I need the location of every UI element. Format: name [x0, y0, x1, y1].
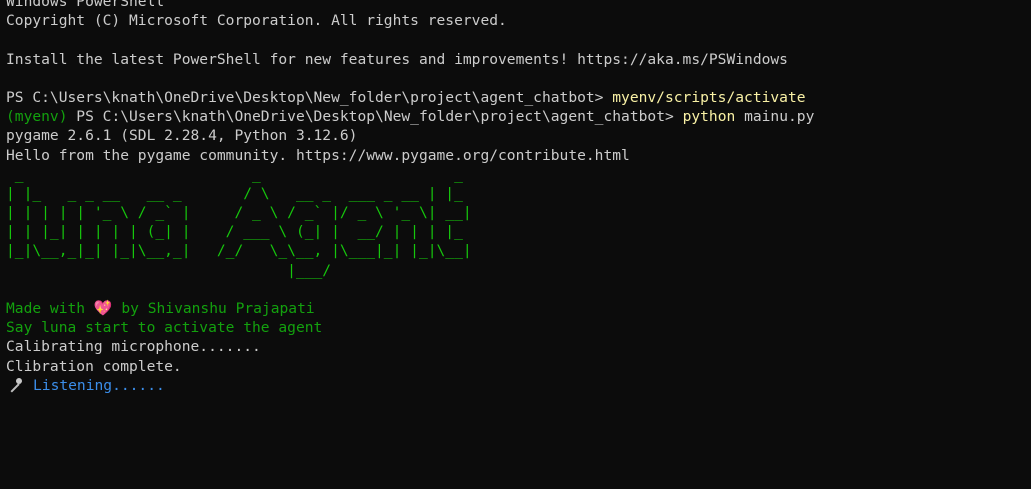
activation-hint: Say luna start to activate the agent	[6, 319, 323, 337]
command-activate: myenv/scripts/activate	[612, 88, 806, 106]
calibration-done-line: Clibration complete.	[6, 357, 182, 375]
header-line-2: Copyright (C) Microsoft Corporation. All…	[6, 12, 507, 30]
ascii-art-line: _ _ _	[6, 165, 463, 183]
powershell-terminal[interactable]: Windows PowerShell Copyright (C) Microso…	[0, 0, 1031, 489]
microphone-icon	[6, 376, 24, 393]
venv-tag: (myenv)	[6, 108, 68, 126]
made-with-prefix: Made with	[6, 300, 94, 317]
listening-line: Listening......	[6, 376, 1025, 395]
calibrating-line: Calibrating microphone.......	[6, 338, 261, 356]
pygame-hello: Hello from the pygame community. https:/…	[6, 146, 630, 164]
header-line-1: Windows PowerShell	[6, 0, 165, 10]
prompt-path: PS C:\Users\knath\OneDrive\Desktop\New_f…	[67, 108, 683, 126]
ascii-art-line: |___/	[6, 261, 332, 279]
ascii-art-line: | | | | | '_ \ / _` | / _ \ / _` |/ _ \ …	[6, 204, 472, 222]
sparkling-heart-icon: 💖	[93, 299, 113, 317]
prompt-line-1: PS C:\Users\knath\OneDrive\Desktop\New_f…	[6, 88, 1025, 107]
made-with-line: Made with 💖 by Shivanshu Prajapati	[6, 299, 1025, 318]
command-python: python	[682, 108, 736, 126]
prompt-line-2: (myenv) PS C:\Users\knath\OneDrive\Deskt…	[6, 107, 1025, 126]
ascii-art-line: | |_ _ _ __ __ _ / \ __ _ ___ _ __ | |_	[6, 184, 463, 202]
ascii-art-line: |_|\__,_|_| |_|\__,_| /_/ \_\__, |\___|_…	[6, 242, 472, 260]
pygame-version: pygame 2.6.1 (SDL 2.28.4, Python 3.12.6)	[6, 127, 358, 145]
install-notice: Install the latest PowerShell for new fe…	[6, 50, 788, 68]
made-with-suffix: by Shivanshu Prajapati	[112, 300, 315, 317]
terminal-output: Windows PowerShell Copyright (C) Microso…	[6, 0, 1025, 395]
command-arg: mainu.py	[735, 108, 815, 126]
listening-status: Listening......	[33, 376, 165, 394]
prompt-path: PS C:\Users\knath\OneDrive\Desktop\New_f…	[6, 88, 613, 106]
ascii-art-line: | | |_| | | | | (_| | / ___ \ (_| | __/ …	[6, 223, 463, 241]
